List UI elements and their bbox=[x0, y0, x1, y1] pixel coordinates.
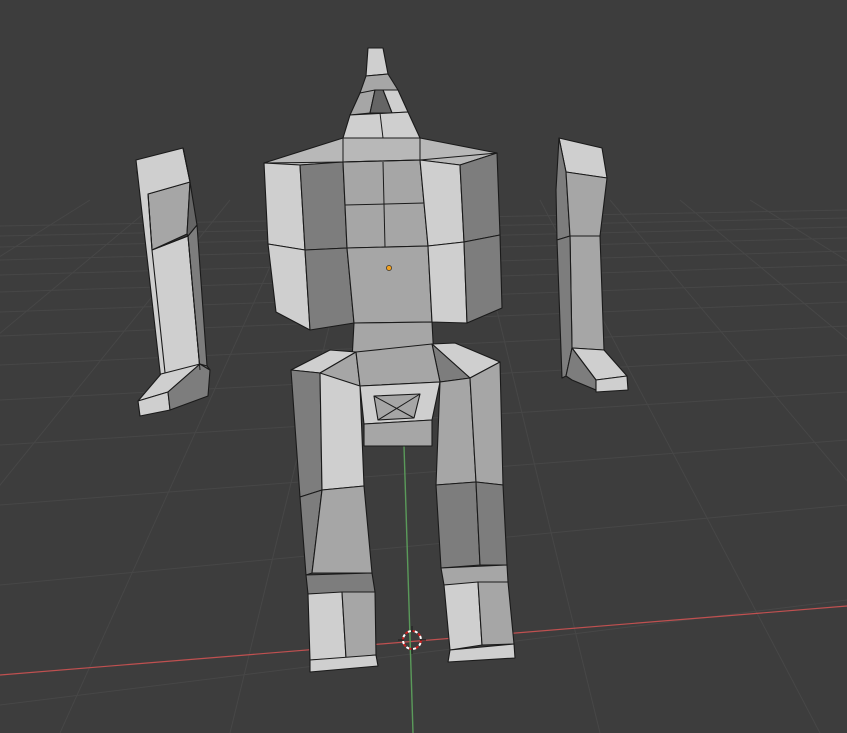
3d-viewport[interactable] bbox=[0, 0, 847, 733]
left-arm[interactable] bbox=[135, 147, 211, 417]
3d-cursor-icon[interactable] bbox=[398, 626, 426, 654]
object-origin-icon[interactable] bbox=[386, 265, 392, 271]
y-axis-line bbox=[403, 445, 414, 733]
right-arm[interactable] bbox=[555, 137, 629, 393]
right-leg[interactable] bbox=[435, 361, 516, 663]
viewport-canvas[interactable] bbox=[0, 0, 847, 733]
